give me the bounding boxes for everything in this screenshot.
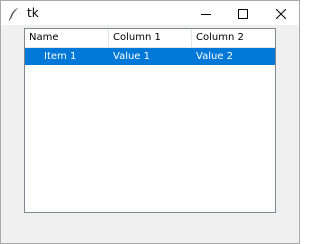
row-name-cell: Item 1 bbox=[44, 51, 77, 62]
app-window: tk Name Column 1 Column 2 Item 1 Value 1 bbox=[0, 0, 300, 244]
column-header-column-2[interactable]: Column 2 bbox=[192, 29, 275, 47]
column-header-name[interactable]: Name bbox=[25, 29, 109, 47]
maximize-button[interactable] bbox=[224, 1, 261, 25]
close-icon bbox=[275, 4, 286, 23]
minimize-button[interactable] bbox=[187, 1, 224, 25]
treeview[interactable]: Name Column 1 Column 2 Item 1 Value 1 Va… bbox=[24, 28, 276, 213]
feather-icon bbox=[8, 6, 20, 21]
maximize-icon bbox=[237, 4, 248, 23]
treeview-header: Name Column 1 Column 2 bbox=[25, 29, 275, 48]
title-bar[interactable]: tk bbox=[1, 1, 299, 25]
tree-row-selected[interactable]: Item 1 Value 1 Value 2 bbox=[25, 48, 275, 65]
close-button[interactable] bbox=[262, 1, 299, 25]
row-column-2-cell: Value 2 bbox=[196, 51, 234, 62]
row-column-1-cell: Value 1 bbox=[113, 51, 151, 62]
minimize-icon bbox=[200, 4, 211, 23]
column-header-column-1[interactable]: Column 1 bbox=[109, 29, 192, 47]
window-title: tk bbox=[27, 6, 39, 20]
